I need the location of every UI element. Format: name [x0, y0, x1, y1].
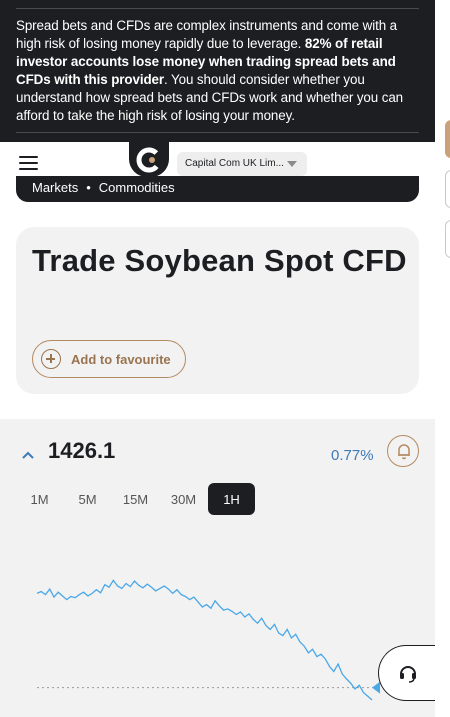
current-price-marker — [372, 681, 380, 694]
risk-warning-text: Spread bets and CFDs are complex instrum… — [16, 18, 404, 123]
side-tab[interactable] — [445, 120, 450, 158]
breadcrumb-separator: • — [86, 180, 91, 195]
timeframe-5m[interactable]: 5M — [64, 483, 111, 515]
headset-icon — [400, 666, 416, 683]
breadcrumb-item-markets[interactable]: Markets — [32, 180, 78, 195]
page: Spread bets and CFDs are complex instrum… — [0, 0, 450, 717]
price-chart[interactable] — [0, 530, 435, 717]
timeframe-1m[interactable]: 1M — [16, 483, 63, 515]
hamburger-menu-icon[interactable] — [19, 156, 38, 170]
risk-warning-banner: Spread bets and CFDs are complex instrum… — [0, 0, 435, 142]
price-change: 0.77% — [331, 447, 374, 464]
side-tab[interactable] — [445, 220, 450, 258]
support-button[interactable] — [378, 645, 436, 701]
price-value: 1426.1 — [48, 438, 116, 463]
price-line-series — [36, 579, 373, 701]
timeframe-1h[interactable]: 1H — [208, 483, 255, 515]
bell-icon — [398, 444, 410, 460]
divider — [16, 132, 419, 133]
add-to-favourite-button[interactable]: Add to favourite — [32, 340, 186, 378]
right-edge-strip — [435, 0, 450, 717]
price-alert-button[interactable] — [387, 435, 419, 467]
timeframe-30m[interactable]: 30M — [160, 483, 207, 515]
chevron-up-icon — [22, 451, 34, 459]
chevron-down-icon — [287, 161, 297, 167]
divider — [16, 8, 419, 9]
entity-select[interactable]: Capital Com UK Lim... — [177, 152, 307, 176]
favourite-label: Add to favourite — [71, 352, 171, 367]
breadcrumb: Markets • Commodities — [16, 176, 419, 202]
page-title: Trade Soybean Spot CFD — [32, 243, 407, 278]
breadcrumb-item-commodities[interactable]: Commodities — [99, 180, 175, 195]
timeframe-15m[interactable]: 15M — [112, 483, 159, 515]
plus-circle-icon — [41, 349, 61, 369]
side-tab[interactable] — [445, 170, 450, 208]
instrument-card: Trade Soybean Spot CFD Add to favourite — [16, 227, 419, 394]
capital-com-logo[interactable] — [129, 142, 169, 177]
